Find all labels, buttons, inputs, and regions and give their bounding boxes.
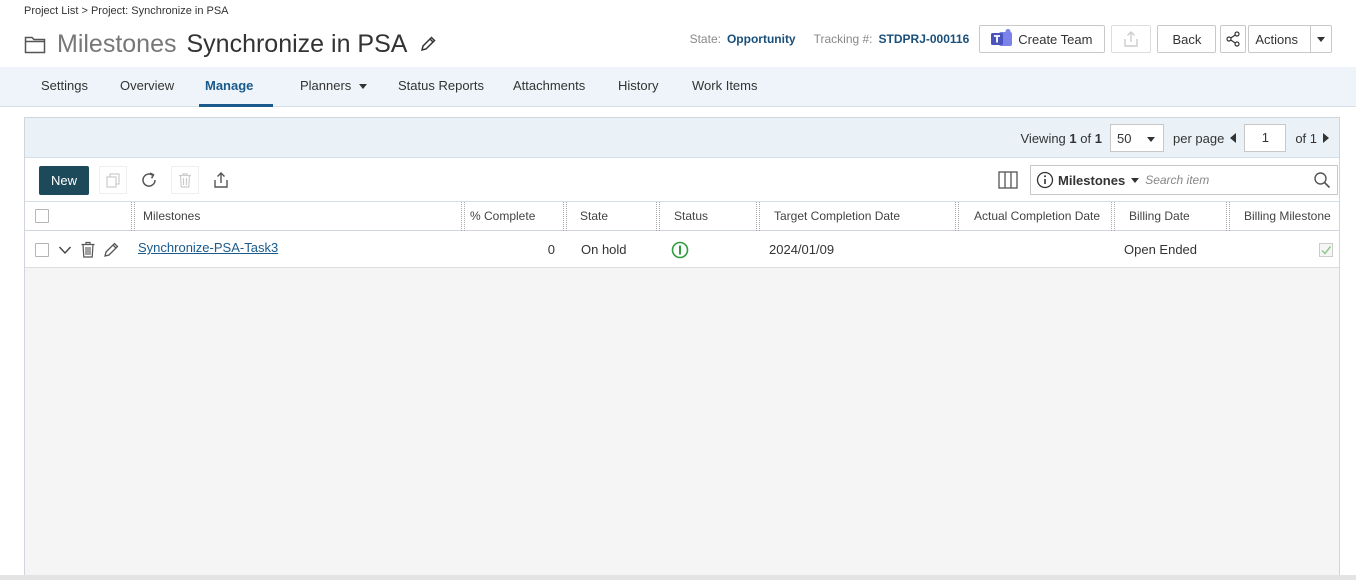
copy-button[interactable] bbox=[99, 166, 127, 194]
pencil-icon[interactable] bbox=[419, 35, 437, 53]
columns-icon[interactable] bbox=[997, 170, 1019, 190]
tab-planners-label: Planners bbox=[300, 78, 352, 93]
tab-attachments[interactable]: Attachments bbox=[513, 67, 585, 107]
share-icon bbox=[1226, 31, 1240, 47]
chevron-down-icon[interactable] bbox=[1131, 177, 1140, 183]
status-ok-icon bbox=[671, 241, 689, 259]
viewing-current: 1 bbox=[1069, 130, 1077, 146]
tracking-value: STDPRJ-000116 bbox=[878, 32, 970, 46]
search-icon[interactable] bbox=[1313, 171, 1331, 189]
back-button[interactable]: Back bbox=[1157, 25, 1217, 53]
header-actions: State: Opportunity Tracking #: STDPRJ-00… bbox=[690, 24, 1332, 54]
tab-manage[interactable]: Manage bbox=[199, 67, 273, 128]
milestone-link-text[interactable]: Synchronize-PSA-Task3 bbox=[138, 240, 278, 255]
pencil-icon[interactable] bbox=[103, 241, 120, 258]
delete-button[interactable] bbox=[171, 166, 199, 194]
per-page-select[interactable]: 50 bbox=[1109, 124, 1164, 152]
table-row: Synchronize-PSA-Task3 0 On hold 2024/01/… bbox=[25, 231, 1339, 268]
actions-dropdown-button[interactable] bbox=[1310, 25, 1332, 53]
create-team-label: Create Team bbox=[1018, 31, 1093, 47]
export-grid-button[interactable] bbox=[207, 166, 235, 194]
upload-icon bbox=[1124, 31, 1139, 47]
column-header-complete[interactable]: % Complete bbox=[470, 202, 540, 231]
trash-icon bbox=[179, 173, 191, 188]
trash-icon[interactable] bbox=[80, 241, 96, 258]
viewing-total: 1 bbox=[1094, 130, 1102, 146]
pager-bar: Viewing 1 of 1 50 per page 1 of 1 bbox=[25, 118, 1339, 158]
new-button[interactable]: New bbox=[39, 166, 89, 195]
chevron-down-icon bbox=[359, 84, 368, 90]
search-scope[interactable]: Milestones bbox=[1058, 173, 1125, 188]
milestone-link[interactable]: Synchronize-PSA-Task3 bbox=[138, 231, 278, 268]
viewing-of: of bbox=[1080, 130, 1092, 146]
column-header-state[interactable]: State bbox=[580, 202, 608, 231]
state-label: State: bbox=[689, 32, 721, 46]
column-header-status[interactable]: Status bbox=[674, 202, 708, 231]
cell-state: On hold bbox=[581, 242, 627, 257]
viewing-label: Viewing bbox=[1020, 130, 1066, 146]
column-resizer[interactable] bbox=[461, 202, 465, 231]
column-resizer[interactable] bbox=[756, 202, 760, 231]
search-input[interactable] bbox=[1145, 173, 1316, 187]
prev-page-icon[interactable] bbox=[1230, 133, 1237, 143]
chevron-down-icon[interactable] bbox=[58, 244, 72, 256]
refresh-button[interactable] bbox=[135, 166, 163, 194]
tracking-label: Tracking #: bbox=[813, 32, 873, 46]
next-page-icon[interactable] bbox=[1323, 133, 1329, 143]
breadcrumb[interactable]: Project List > Project: Synchronize in P… bbox=[24, 5, 229, 17]
page-total: of 1 bbox=[1295, 130, 1317, 146]
chevron-down-icon bbox=[1317, 36, 1325, 42]
share-button[interactable] bbox=[1220, 25, 1247, 53]
bottom-scroll-strip bbox=[0, 575, 1356, 580]
tab-work-items[interactable]: Work Items bbox=[692, 67, 758, 107]
milestones-panel: Viewing 1 of 1 50 per page 1 of 1 New Mi… bbox=[24, 117, 1340, 580]
column-resizer[interactable] bbox=[955, 202, 959, 231]
actions-button[interactable]: Actions bbox=[1248, 25, 1310, 53]
upload-icon bbox=[214, 172, 228, 188]
folder-icon bbox=[24, 36, 46, 54]
tab-overview[interactable]: Overview bbox=[120, 67, 174, 107]
teams-icon bbox=[991, 29, 1013, 46]
select-all-checkbox[interactable] bbox=[35, 209, 49, 223]
export-button[interactable] bbox=[1111, 25, 1152, 53]
search-box: Milestones bbox=[1030, 165, 1338, 195]
column-header-billing-date[interactable]: Billing Date bbox=[1129, 202, 1190, 231]
row-checkbox[interactable] bbox=[35, 243, 49, 257]
column-header-milestones[interactable]: Milestones bbox=[143, 202, 200, 231]
column-header-billing-milestone[interactable]: Billing Milestone bbox=[1244, 202, 1331, 231]
page-title: Milestones Synchronize in PSA bbox=[24, 28, 437, 60]
tab-status-reports[interactable]: Status Reports bbox=[398, 67, 484, 107]
state-value: Opportunity bbox=[726, 32, 796, 46]
tab-planners[interactable]: Planners bbox=[300, 67, 368, 107]
column-resizer[interactable] bbox=[131, 202, 135, 231]
page-title-prefix: Milestones bbox=[57, 29, 177, 58]
main-nav: Settings Overview Manage Planners Status… bbox=[0, 67, 1356, 128]
check-icon bbox=[1321, 246, 1332, 255]
cell-target-date: 2024/01/09 bbox=[769, 242, 835, 257]
per-page-label: per page bbox=[1172, 130, 1225, 146]
create-team-button[interactable]: Create Team bbox=[979, 25, 1106, 53]
page-title-name: Synchronize in PSA bbox=[186, 29, 408, 58]
refresh-icon bbox=[142, 172, 156, 187]
tab-manage-label: Manage bbox=[205, 78, 254, 93]
column-header-actual-date[interactable]: Actual Completion Date bbox=[974, 202, 1100, 231]
chevron-down-icon bbox=[1146, 137, 1155, 142]
column-resizer[interactable] bbox=[1111, 202, 1115, 231]
column-resizer[interactable] bbox=[1226, 202, 1230, 231]
copy-icon bbox=[106, 173, 120, 188]
grid-header: Milestones % Complete State Status Targe… bbox=[25, 202, 1339, 231]
column-resizer[interactable] bbox=[563, 202, 567, 231]
billing-milestone-checkbox bbox=[1319, 243, 1333, 257]
column-resizer[interactable] bbox=[656, 202, 660, 231]
grid-toolbar: New Milestones Search item bbox=[25, 158, 1339, 202]
page-input[interactable]: 1 bbox=[1244, 124, 1287, 152]
pager: Viewing 1 of 1 50 per page 1 of 1 bbox=[1020, 123, 1329, 153]
info-icon[interactable] bbox=[1036, 171, 1054, 189]
tab-settings[interactable]: Settings bbox=[41, 67, 88, 107]
column-header-target-date[interactable]: Target Completion Date bbox=[774, 202, 900, 231]
cell-complete: 0 bbox=[547, 242, 555, 257]
cell-billing-date: Open Ended bbox=[1124, 242, 1198, 257]
per-page-value: 50 bbox=[1116, 130, 1132, 146]
tab-history[interactable]: History bbox=[618, 67, 658, 107]
